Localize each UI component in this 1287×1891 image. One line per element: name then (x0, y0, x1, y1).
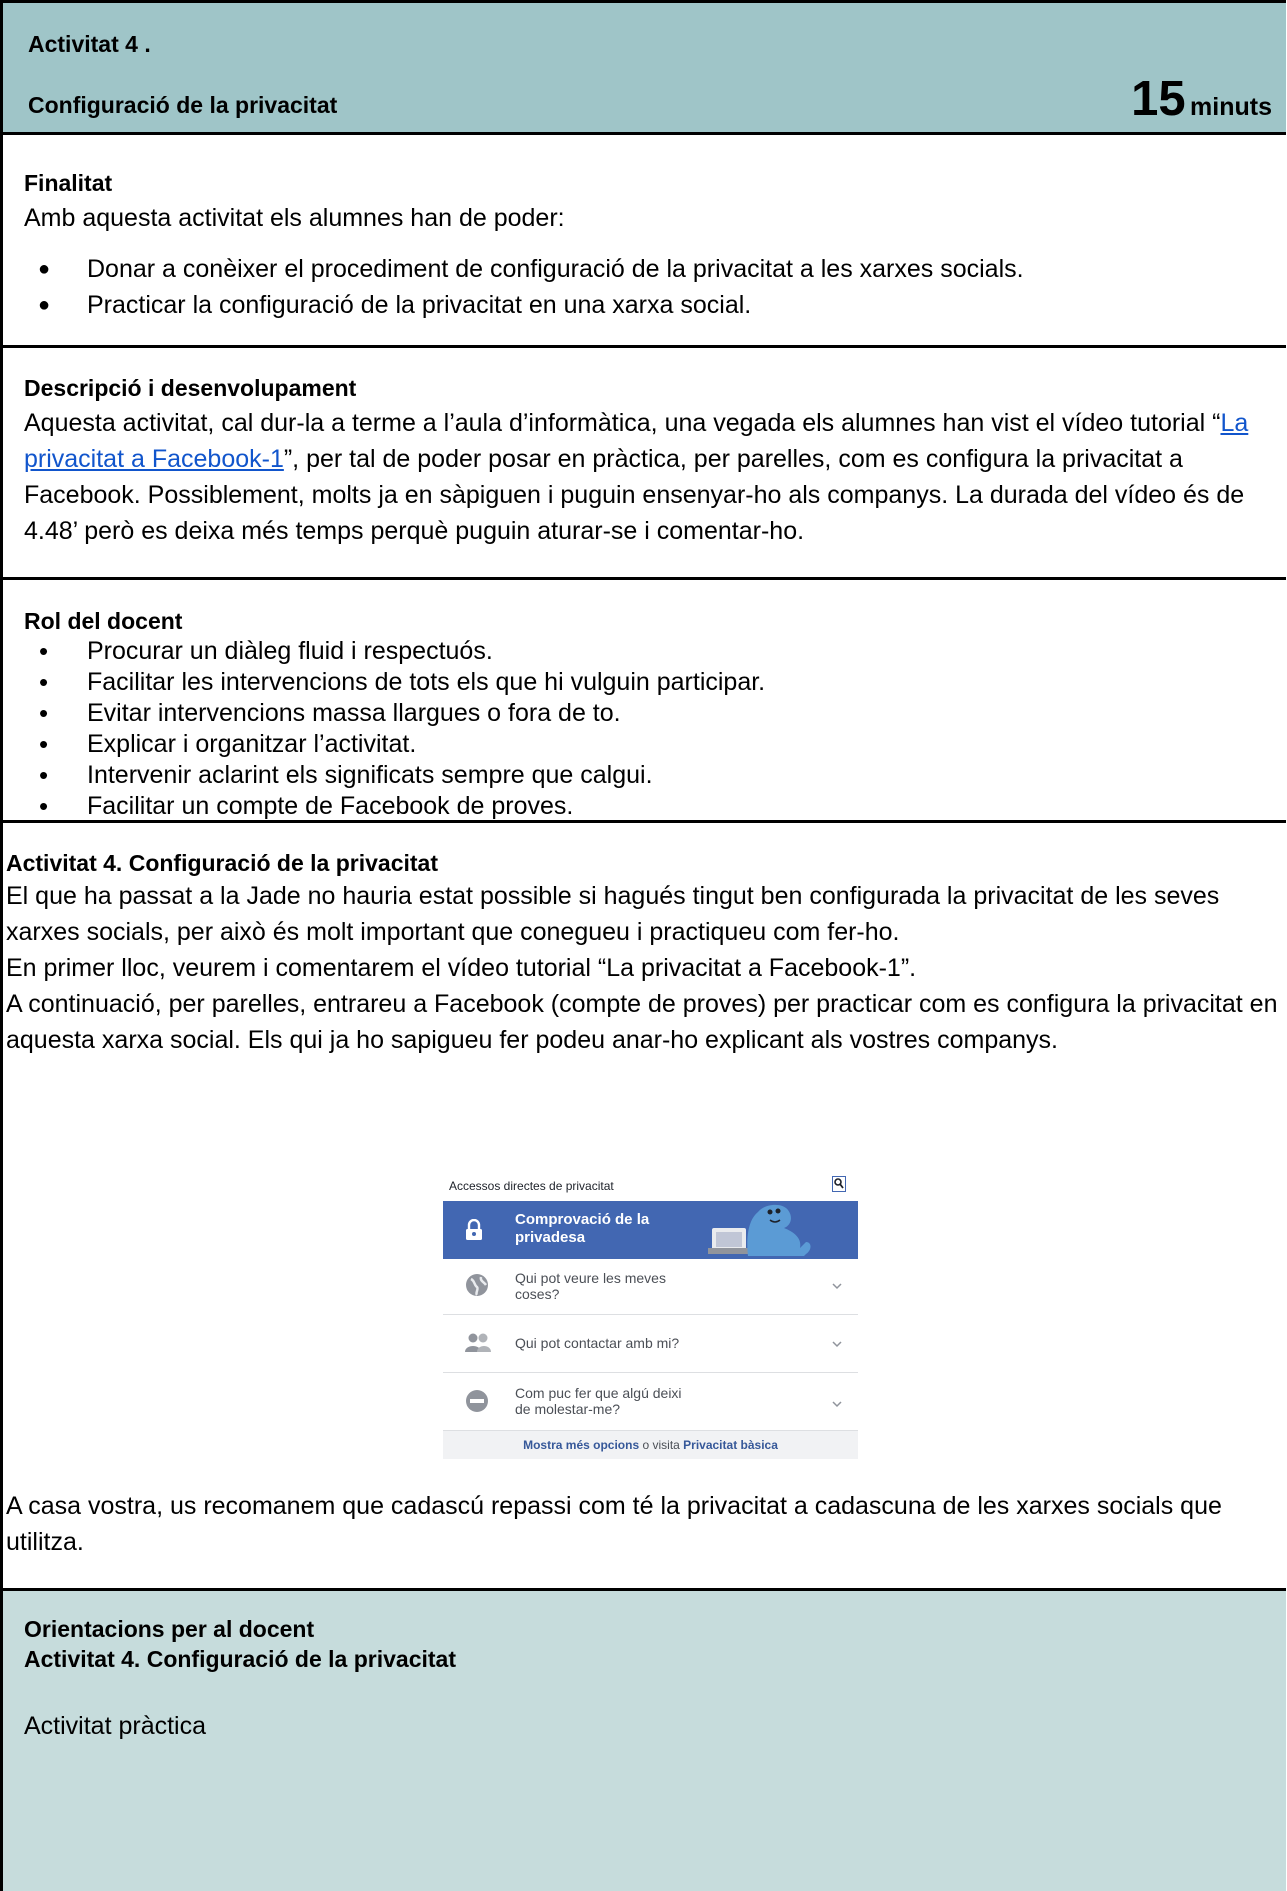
privacy-row-line1: Com puc fer que algú deixi (515, 1385, 682, 1401)
list-item: Facilitar un compte de Facebook de prove… (24, 791, 1276, 822)
list-item: Facilitar les intervencions de tots els … (24, 667, 1276, 698)
orientacions-subtitle: Activitat 4. Configuració de la privacit… (24, 1646, 456, 1672)
rol-section: Rol del docent Procurar un diàleg fluid … (3, 580, 1286, 823)
lock-icon (465, 1218, 483, 1244)
privacy-shortcuts-image: Accessos directes de privacitat Comprova… (443, 1171, 858, 1459)
duration-number: 15 (1131, 72, 1186, 126)
activitat-paragraph: A continuació, per parelles, entrareu a … (6, 990, 1278, 1054)
privacy-row-who-can-contact[interactable]: Qui pot contactar amb mi? (443, 1315, 858, 1373)
page: Activitat 4 . Configuració de la privaci… (0, 0, 1287, 1891)
list-item: Explicar i organitzar l’activitat. (24, 729, 1276, 760)
activity-title: Configuració de la privacitat (28, 92, 338, 118)
more-options-link[interactable]: Mostra més opcions (523, 1438, 639, 1452)
rol-title: Rol del docent (24, 608, 183, 634)
descripcio-section: Descripció i desenvolupament Aquesta act… (3, 348, 1286, 580)
privacy-checkup-line1: Comprovació de la (515, 1211, 650, 1228)
list-item: Procurar un diàleg fluid i respectuós. (24, 636, 1276, 667)
privacy-row-line1: Qui pot veure les meves (515, 1270, 666, 1286)
list-item: Donar a conèixer el procediment de confi… (24, 251, 1276, 287)
list-item: Intervenir aclarint els significats semp… (24, 760, 1276, 791)
widget-footer: Mostra més opcions o visita Privacitat b… (443, 1431, 858, 1459)
rol-list: Procurar un diàleg fluid i respectuós. F… (24, 636, 1276, 822)
privacy-checkup-line2: privadesa (515, 1229, 586, 1246)
widget-header: Accessos directes de privacitat (443, 1171, 858, 1201)
activity-number: Activitat 4 . (28, 31, 151, 57)
privacy-row-label: Com puc fer que algú deixi de molestar-m… (515, 1385, 682, 1417)
activity-table: Activitat 4 . Configuració de la privaci… (0, 0, 1286, 1891)
privacy-row-block[interactable]: Com puc fer que algú deixi de molestar-m… (443, 1373, 858, 1431)
people-icon (465, 1332, 491, 1357)
list-item: Practicar la configuració de la privacit… (24, 287, 1276, 323)
footer-connector: o visita (639, 1438, 684, 1452)
chevron-down-icon (832, 1395, 842, 1411)
privacy-checkup-label: Comprovació de la privadesa (515, 1211, 649, 1247)
list-item: Evitar intervencions massa llargues o fo… (24, 698, 1276, 729)
privacy-row-label: Qui pot contactar amb mi? (515, 1335, 680, 1351)
chevron-down-icon (832, 1335, 842, 1351)
activitat-paragraph: En primer lloc, veurem i comentarem el v… (6, 954, 917, 982)
finalitat-list: Donar a conèixer el procediment de confi… (24, 251, 1276, 323)
block-icon (465, 1389, 489, 1416)
descripcio-text: Aquesta activitat, cal dur-la a terme a … (24, 405, 1276, 549)
finalitat-title: Finalitat (24, 170, 113, 196)
activity-header: Activitat 4 . Configuració de la privaci… (3, 0, 1286, 135)
orientacions-section: Orientacions per al docent Activitat 4. … (3, 1591, 1286, 1891)
basic-privacy-link[interactable]: Privacitat bàsica (683, 1438, 778, 1452)
privacy-row-who-can-see[interactable]: Qui pot veure les meves coses? (443, 1259, 858, 1315)
duration: 15 minuts (1131, 71, 1272, 127)
privacy-row-line2: coses? (515, 1286, 560, 1302)
orientacions-text: Activitat pràctica (24, 1712, 207, 1740)
dinosaur-mascot-icon (708, 1198, 818, 1259)
globe-icon (465, 1273, 489, 1300)
orientacions-title: Orientacions per al docent (24, 1616, 315, 1642)
finalitat-section: Finalitat Amb aquesta activitat els alum… (3, 135, 1286, 348)
duration-unit: minuts (1190, 93, 1272, 121)
widget-title: Accessos directes de privacitat (449, 1179, 614, 1193)
descripcio-title: Descripció i desenvolupament (24, 375, 357, 401)
chevron-down-icon (832, 1277, 842, 1293)
privacy-checkup-banner: Comprovació de la privadesa (443, 1201, 858, 1259)
descripcio-text-before: Aquesta activitat, cal dur-la a terme a … (24, 409, 1221, 437)
privacy-row-label: Qui pot veure les meves coses? (515, 1270, 666, 1302)
privacy-row-line2: de molestar-me? (515, 1401, 621, 1417)
activitat-title: Activitat 4. Configuració de la privacit… (6, 850, 438, 876)
activitat-paragraph: El que ha passat a la Jade no hauria est… (6, 882, 1220, 946)
activitat-closing: A casa vostra, us recomanem que cadascú … (6, 1492, 1222, 1556)
search-icon (832, 1176, 846, 1195)
finalitat-intro: Amb aquesta activitat els alumnes han de… (24, 204, 565, 232)
